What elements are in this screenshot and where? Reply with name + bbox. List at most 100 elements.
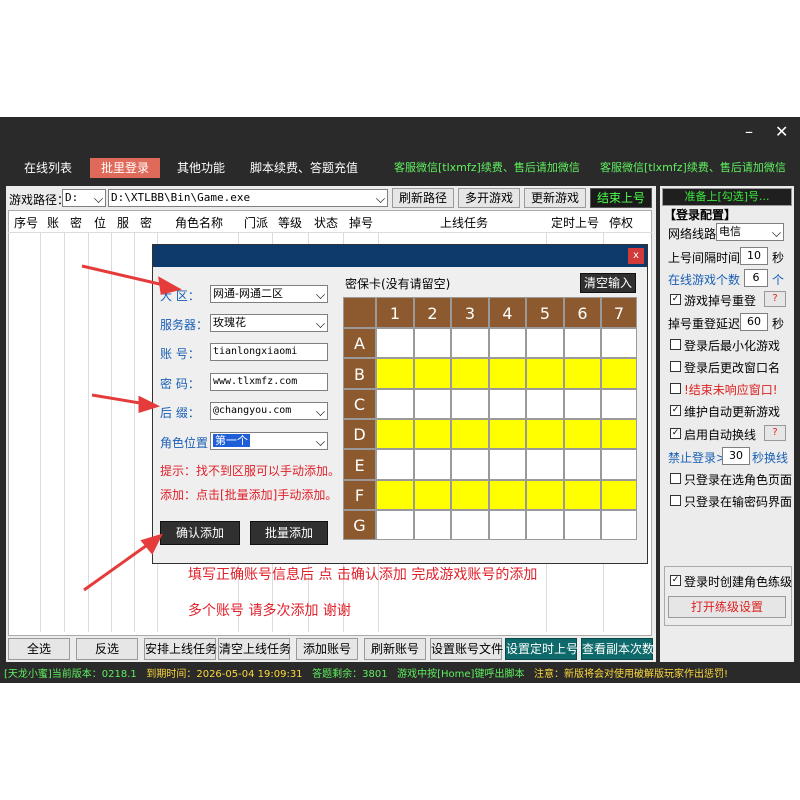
online-count-input[interactable]: 6: [744, 269, 768, 287]
card-cell-input[interactable]: [526, 358, 564, 389]
card-cell-input[interactable]: [489, 419, 526, 449]
card-cell-input[interactable]: [526, 449, 564, 480]
card-cell-input[interactable]: [376, 389, 414, 419]
card-cell-input[interactable]: [414, 449, 451, 480]
auto-update-checkbox[interactable]: ✓: [670, 405, 681, 416]
clear-input-button[interactable]: 清空输入: [580, 273, 636, 293]
rename-checkbox[interactable]: [670, 361, 681, 372]
tab-online-list[interactable]: 在线列表: [18, 158, 78, 178]
only-select-role-checkbox[interactable]: [670, 473, 681, 484]
multi-open-button[interactable]: 多开游戏: [458, 188, 520, 208]
account-input[interactable]: tianlongxiaomi: [210, 343, 328, 361]
card-cell-input[interactable]: [414, 510, 451, 540]
arrange-task-button[interactable]: 安排上线任务: [144, 638, 217, 660]
card-cell-input[interactable]: [451, 449, 489, 480]
minimize-button[interactable]: –: [745, 122, 753, 141]
tab-renew[interactable]: 脚本续费、答题充值: [246, 158, 362, 178]
confirm-add-button[interactable]: 确认添加: [160, 521, 240, 545]
batch-add-button[interactable]: 批量添加: [250, 521, 328, 545]
card-cell-input[interactable]: [601, 510, 637, 540]
card-cell-input[interactable]: [601, 328, 637, 358]
card-cell-input[interactable]: [451, 389, 489, 419]
card-cell-input[interactable]: [376, 419, 414, 449]
card-cell-input[interactable]: [451, 480, 489, 510]
update-game-button[interactable]: 更新游戏: [524, 188, 586, 208]
auto-switch-checkbox[interactable]: ✓: [670, 428, 681, 439]
network-select[interactable]: 电信: [716, 223, 784, 241]
card-cell-input[interactable]: [564, 449, 601, 480]
card-cell-input[interactable]: [451, 419, 489, 449]
password-input[interactable]: www.tlxmfz.com: [210, 373, 328, 391]
card-cell-input[interactable]: [564, 389, 601, 419]
card-cell-input[interactable]: [601, 358, 637, 389]
auto-update-label: 维护自动更新游戏: [684, 405, 781, 419]
invert-select-button[interactable]: 反选: [76, 638, 138, 660]
game-path-select[interactable]: D:\XTLBB\Bin\Game.exe: [108, 189, 388, 207]
end-unresponsive-checkbox[interactable]: [670, 383, 681, 394]
open-trumpet-button[interactable]: 打开练级设置: [668, 596, 786, 618]
clear-task-button[interactable]: 清空上线任务: [218, 638, 291, 660]
card-cell-input[interactable]: [376, 480, 414, 510]
card-cell-input[interactable]: [451, 328, 489, 358]
help-button[interactable]: ?: [764, 291, 786, 307]
card-cell-input[interactable]: [451, 510, 489, 540]
card-cell-input[interactable]: [601, 389, 637, 419]
card-cell-input[interactable]: [376, 510, 414, 540]
card-cell-input[interactable]: [489, 328, 526, 358]
card-cell-input[interactable]: [376, 358, 414, 389]
card-cell-input[interactable]: [376, 449, 414, 480]
card-cell-input[interactable]: [489, 480, 526, 510]
dungeon-count-button[interactable]: 查看副本次数: [581, 638, 654, 660]
refresh-account-button[interactable]: 刷新账号: [364, 638, 426, 660]
ban-login-input[interactable]: 30: [722, 447, 750, 465]
card-cell-input[interactable]: [451, 358, 489, 389]
card-cell-input[interactable]: [601, 480, 637, 510]
card-cell-input[interactable]: [601, 449, 637, 480]
card-cell-input[interactable]: [489, 449, 526, 480]
card-cell-input[interactable]: [489, 358, 526, 389]
end-login-button[interactable]: 结束上号: [590, 188, 652, 208]
card-cell-input[interactable]: [414, 389, 451, 419]
only-password-checkbox[interactable]: [670, 495, 681, 506]
suffix-select[interactable]: @changyou.com: [210, 402, 328, 420]
drop-delay-input[interactable]: 60: [740, 313, 768, 331]
server-select[interactable]: 玫瑰花: [210, 314, 328, 332]
card-cell-input[interactable]: [489, 389, 526, 419]
add-account-button[interactable]: 添加账号: [296, 638, 358, 660]
drive-select[interactable]: D:: [62, 189, 106, 207]
card-cell-input[interactable]: [564, 510, 601, 540]
card-cell-input[interactable]: [526, 328, 564, 358]
card-cell-input[interactable]: [414, 328, 451, 358]
tab-other[interactable]: 其他功能: [170, 158, 232, 178]
interval-input[interactable]: 10: [740, 247, 768, 265]
role-position-select[interactable]: 第一个: [210, 432, 328, 450]
card-cell-input[interactable]: [414, 480, 451, 510]
card-cell-input[interactable]: [526, 389, 564, 419]
card-cell-input[interactable]: [414, 419, 451, 449]
minimize-checkbox[interactable]: [670, 339, 681, 350]
card-cell-input[interactable]: [414, 358, 451, 389]
card-cell-input[interactable]: [564, 358, 601, 389]
card-cell-input[interactable]: [601, 419, 637, 449]
card-cell-input[interactable]: [526, 419, 564, 449]
region-select[interactable]: 网通-网通二区: [210, 285, 328, 303]
timed-login-button[interactable]: 设置定时上号: [505, 638, 578, 660]
help-button[interactable]: ?: [764, 425, 786, 441]
close-window-button[interactable]: ✕: [775, 122, 788, 141]
card-cell-input[interactable]: [564, 480, 601, 510]
card-cell-input[interactable]: [564, 328, 601, 358]
select-all-button[interactable]: 全选: [8, 638, 70, 660]
drop-relogin-checkbox[interactable]: ✓: [670, 294, 681, 305]
create-trumpet-checkbox[interactable]: ✓: [670, 575, 681, 586]
card-cell-input[interactable]: [526, 480, 564, 510]
card-cell-input[interactable]: [489, 510, 526, 540]
account-file-button[interactable]: 设置账号文件: [430, 638, 503, 660]
dialog-close-button[interactable]: x: [628, 248, 644, 264]
card-cell-input[interactable]: [526, 510, 564, 540]
refresh-path-button[interactable]: 刷新路径: [392, 188, 454, 208]
tab-batch-login[interactable]: 批里登录: [90, 158, 160, 178]
end-unresponsive-label: !结束未响应窗口!: [684, 383, 778, 397]
card-cell-input[interactable]: [564, 419, 601, 449]
card-cell-input[interactable]: [376, 328, 414, 358]
col-header: 角色名称: [175, 216, 224, 230]
